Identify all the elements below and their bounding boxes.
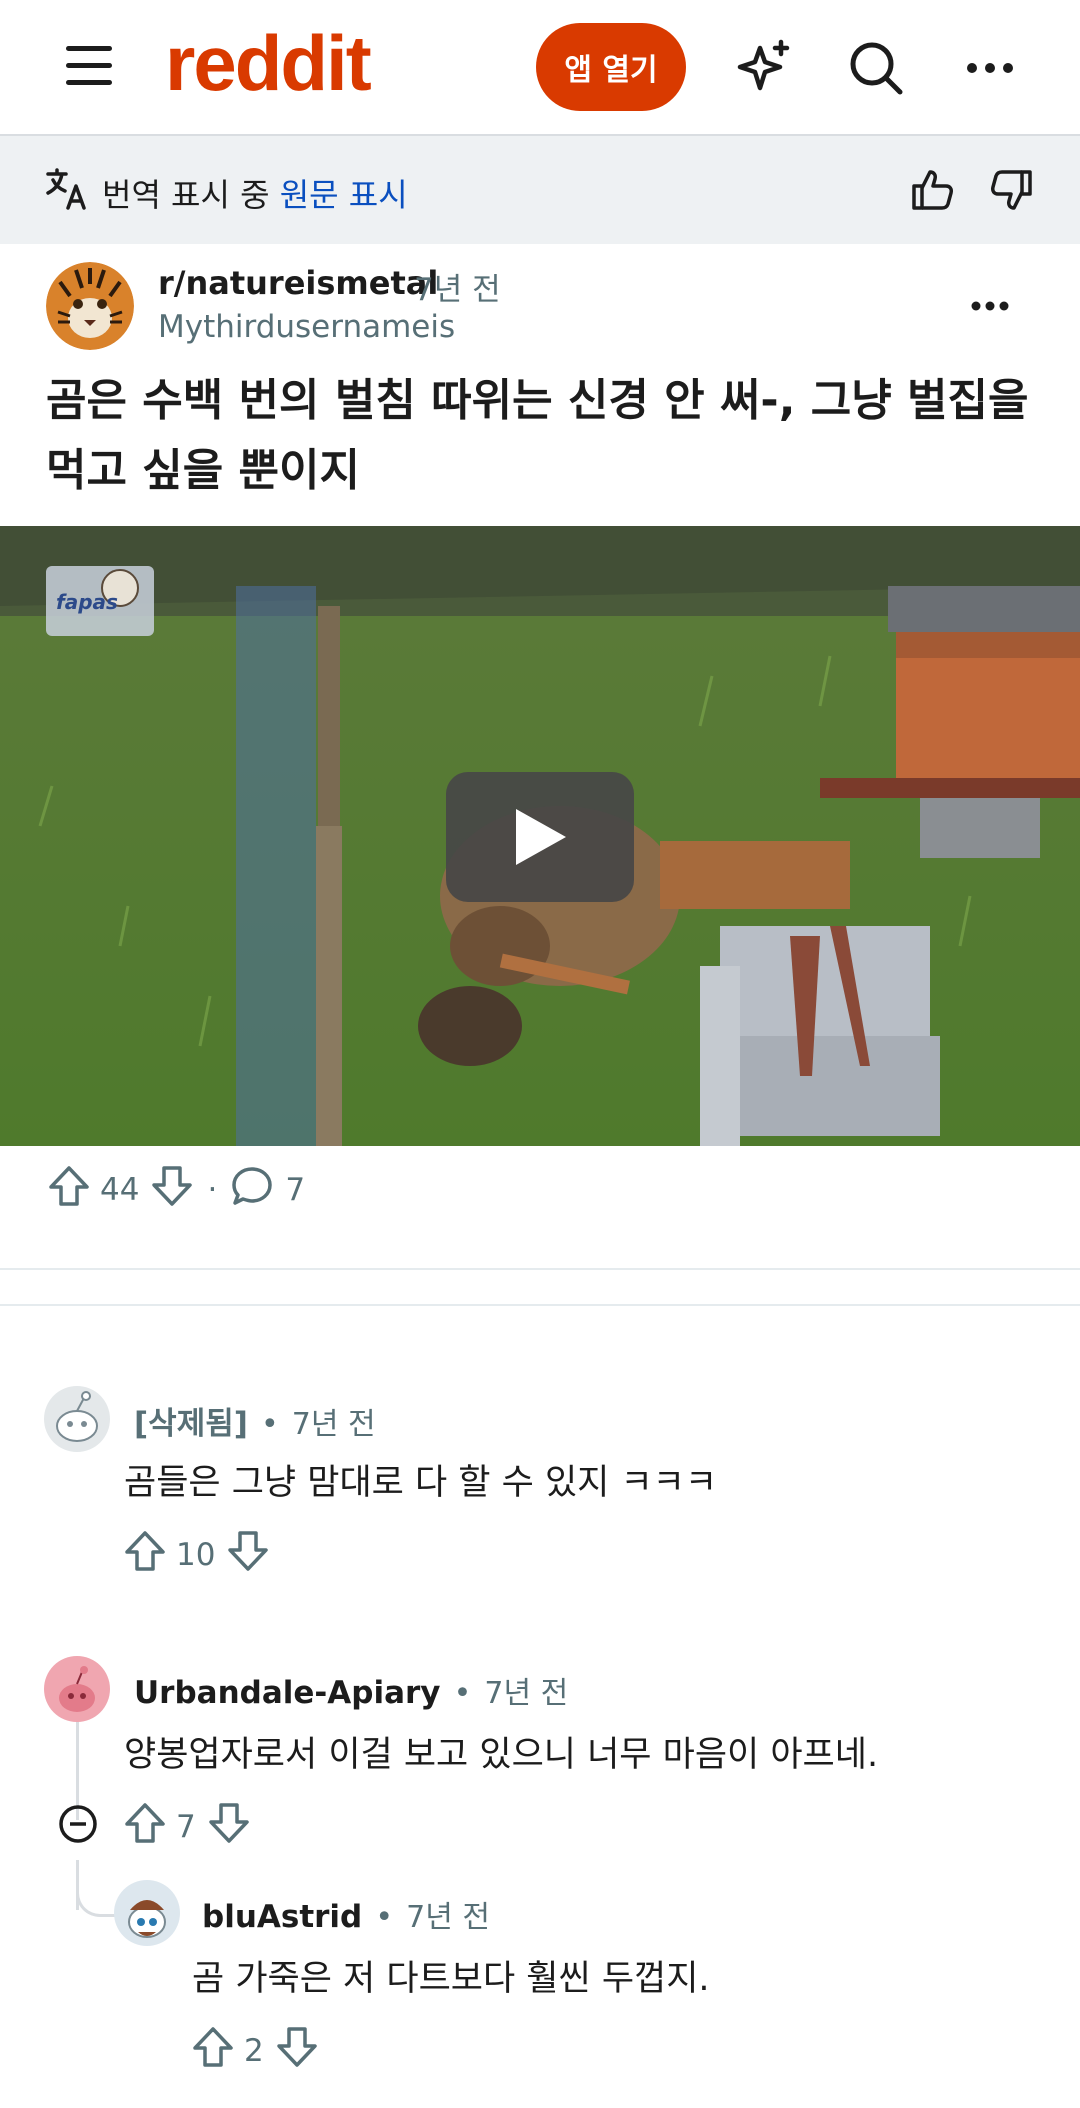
divider xyxy=(0,1268,1080,1270)
play-icon xyxy=(516,809,566,865)
comment-username[interactable]: bluAstrid xyxy=(202,1899,362,1935)
subreddit-avatar[interactable] xyxy=(46,262,134,350)
comment-vote-count: 7 xyxy=(176,1809,196,1845)
downvote-icon[interactable] xyxy=(274,2024,320,2078)
comment-vote-count: 10 xyxy=(176,1537,216,1573)
reddit-logo[interactable]: reddit xyxy=(165,18,372,109)
downvote-icon[interactable] xyxy=(206,1800,252,1854)
comment-avatar[interactable] xyxy=(44,1386,110,1452)
post-options-icon[interactable] xyxy=(958,274,1022,338)
comment-body[interactable]: 양봉업자로서 이걸 보고 있으니 너무 마음이 아프네. xyxy=(124,1726,878,1777)
comment-meta: [삭제됨] • 7년 전 xyxy=(134,1398,376,1443)
comment-body[interactable]: 곰 가죽은 저 다트보다 훨씬 두껍지. xyxy=(192,1950,710,2001)
more-icon[interactable] xyxy=(958,36,1022,100)
comment-avatar[interactable] xyxy=(114,1880,180,1946)
downvote-icon[interactable] xyxy=(149,1163,195,1217)
comment-vote-count: 2 xyxy=(244,2033,264,2069)
comment-meta: Urbandale-Apiary • 7년 전 xyxy=(134,1668,568,1712)
comment-username[interactable]: Urbandale-Apiary xyxy=(134,1675,441,1711)
thumbs-up-icon[interactable] xyxy=(900,158,964,222)
comment-time: 7년 전 xyxy=(406,1900,490,1935)
collapse-thread-icon[interactable] xyxy=(58,1804,98,1844)
upvote-icon[interactable] xyxy=(122,1528,168,1582)
downvote-icon[interactable] xyxy=(225,1528,271,1582)
post-comment-count: 7 xyxy=(285,1172,306,1208)
comment-avatar[interactable] xyxy=(44,1656,110,1722)
translation-status: 번역 표시 중 원문 표시 xyxy=(102,170,408,216)
comment-icon[interactable] xyxy=(229,1163,275,1217)
menu-icon[interactable] xyxy=(66,46,112,86)
divider xyxy=(0,1304,1080,1306)
comment-username: [삭제됨] xyxy=(134,1406,248,1442)
meta-dot: • xyxy=(375,1900,394,1935)
show-original-link[interactable]: 원문 표시 xyxy=(280,176,408,214)
meta-dot: • xyxy=(453,1676,472,1711)
comment-actions: 10 xyxy=(122,1528,271,1582)
post-author[interactable]: Mythirdusernameis xyxy=(158,309,455,345)
translation-status-text: 번역 표시 중 xyxy=(102,176,270,214)
search-icon[interactable] xyxy=(844,36,908,100)
sparkle-icon[interactable] xyxy=(732,36,796,100)
comment-time: 7년 전 xyxy=(484,1676,569,1711)
post-time: 7년 전 xyxy=(414,272,501,308)
upvote-icon[interactable] xyxy=(190,2024,236,2078)
comment-actions: 2 xyxy=(190,2024,320,2078)
thread-branch xyxy=(76,1878,119,1917)
open-app-button[interactable]: 앱 열기 xyxy=(536,23,686,111)
translate-icon xyxy=(44,166,90,212)
comment-body[interactable]: 곰들은 그냥 맘대로 다 할 수 있지 ㅋㅋㅋ xyxy=(124,1454,717,1505)
upvote-icon[interactable] xyxy=(122,1800,168,1854)
actions-separator: · xyxy=(207,1172,218,1208)
post-title[interactable]: 곰은 수백 번의 벌침 따위는 신경 안 써-, 그냥 벌집을 먹고 싶을 뿐이… xyxy=(46,366,1046,506)
thumbs-down-icon[interactable] xyxy=(980,158,1044,222)
meta-dot: • xyxy=(261,1407,279,1442)
post-vote-count: 44 xyxy=(100,1172,140,1208)
upvote-icon[interactable] xyxy=(46,1163,92,1217)
play-button[interactable] xyxy=(446,772,634,902)
video-watermark: fapas xyxy=(56,590,118,614)
comment-time: 7년 전 xyxy=(291,1407,376,1442)
subreddit-name[interactable]: r/natureismetal xyxy=(158,264,438,302)
comment-actions: 7 xyxy=(122,1800,252,1854)
comment-meta: bluAstrid • 7년 전 xyxy=(202,1892,490,1936)
post-actions: 44 · 7 xyxy=(46,1162,305,1218)
